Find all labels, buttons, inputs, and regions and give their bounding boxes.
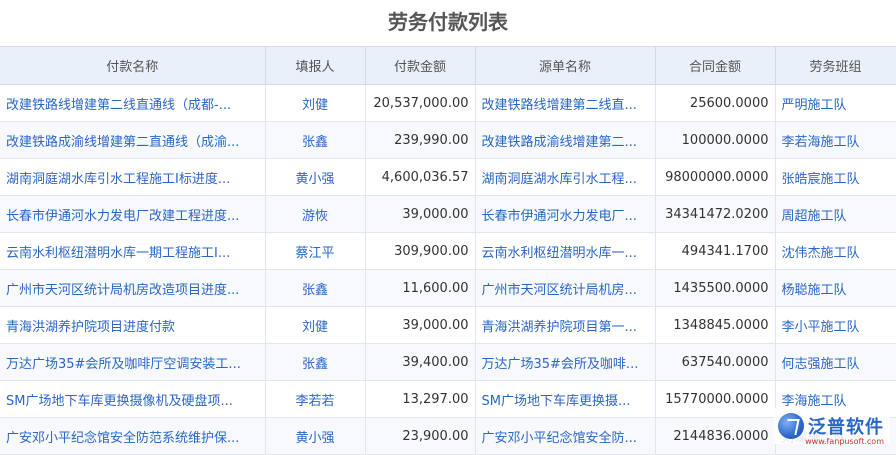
payment-name-link[interactable]: 湖南洞庭湖水库引水工程施工I标进度... (0, 158, 266, 196)
source-doc-link[interactable]: 云南水利枢纽潜明水库一... (474, 232, 656, 270)
table-row[interactable]: 长春市伊通河水力发电厂改建工程进度... 游恢 39,000.00 长春市伊通河水力发… (0, 195, 896, 233)
labor-team-link[interactable]: 杨聪施工队 (774, 269, 896, 307)
logo-url: www.fanpusoft.com (805, 437, 884, 446)
labor-team-link[interactable]: 何志强施工队 (774, 343, 896, 381)
source-doc-link[interactable]: 青海洪湖养护院项目第一... (474, 306, 656, 344)
page-title: 劳务付款列表 (388, 10, 508, 34)
reporter-cell: 刘健 (264, 84, 366, 122)
contract-amount-cell: 25600.0000 (654, 84, 776, 122)
column-header[interactable]: 付款名称 (0, 46, 266, 85)
source-doc-link[interactable]: 万达广场35#会所及咖啡... (474, 343, 656, 381)
payment-amount-cell: 239,990.00 (364, 121, 476, 159)
reporter-cell: 张鑫 (264, 343, 366, 381)
source-doc-link[interactable]: 改建铁路成渝线增建第二... (474, 121, 656, 159)
table-row[interactable]: SM广场地下车库更换摄像机及硬盘项... 李若若 13,297.00 SM广场地下车库… (0, 380, 896, 418)
column-header[interactable]: 填报人 (264, 46, 366, 85)
payment-name-link[interactable]: 云南水利枢纽潜明水库一期工程施工I... (0, 232, 266, 270)
payment-name-link[interactable]: 改建铁路成渝线增建第二直通线（成渝... (0, 121, 266, 159)
reporter-cell: 李若若 (264, 380, 366, 418)
labor-team-link[interactable]: 周超施工队 (774, 195, 896, 233)
table-row[interactable]: 湖南洞庭湖水库引水工程施工I标进度... 黄小强 4,600,036.57 湖南洞庭湖… (0, 158, 896, 196)
payment-table: 付款名称 填报人 付款金额 源单名称 合同金额 劳务班组 改建铁路线增建第二线直… (0, 46, 896, 455)
table-row[interactable]: 云南水利枢纽潜明水库一期工程施工I... 蔡江平 309,900.00 云南水利枢纽潜… (0, 232, 896, 270)
labor-team-link[interactable]: 张皓宸施工队 (774, 158, 896, 196)
payment-name-link[interactable]: 广安邓小平纪念馆安全防范系统维护保... (0, 417, 266, 455)
brand-logo: 泛普软件 www.fanpusoft.com (774, 408, 890, 446)
reporter-cell: 张鑫 (264, 269, 366, 307)
payment-name-link[interactable]: 青海洪湖养护院项目进度付款 (0, 306, 266, 344)
contract-amount-cell: 2144836.0000 (654, 417, 776, 455)
source-doc-link[interactable]: 改建铁路线增建第二线直... (474, 84, 656, 122)
reporter-cell: 蔡江平 (264, 232, 366, 270)
payment-amount-cell: 39,000.00 (364, 195, 476, 233)
table-header-row: 付款名称 填报人 付款金额 源单名称 合同金额 劳务班组 (0, 46, 896, 85)
column-header[interactable]: 付款金额 (364, 46, 476, 85)
payment-name-link[interactable]: 万达广场35#会所及咖啡厅空调安装工... (0, 343, 266, 381)
table-row[interactable]: 改建铁路线增建第二线直通线（成都-... 刘健 20,537,000.00 改建铁路线… (0, 84, 896, 122)
reporter-cell: 黄小强 (264, 158, 366, 196)
contract-amount-cell: 100000.0000 (654, 121, 776, 159)
contract-amount-cell: 1435500.0000 (654, 269, 776, 307)
table-row[interactable]: 广安邓小平纪念馆安全防范系统维护保... 黄小强 23,900.00 广安邓小平纪念馆… (0, 417, 896, 455)
payment-amount-cell: 39,000.00 (364, 306, 476, 344)
source-doc-link[interactable]: 湖南洞庭湖水库引水工程... (474, 158, 656, 196)
payment-name-link[interactable]: 改建铁路线增建第二线直通线（成都-... (0, 84, 266, 122)
contract-amount-cell: 34341472.0200 (654, 195, 776, 233)
payment-amount-cell: 309,900.00 (364, 232, 476, 270)
contract-amount-cell: 494341.1700 (654, 232, 776, 270)
labor-team-link[interactable]: 严明施工队 (774, 84, 896, 122)
source-doc-link[interactable]: SM广场地下车库更换摄... (474, 380, 656, 418)
labor-team-link[interactable]: 李若海施工队 (774, 121, 896, 159)
payment-name-link[interactable]: 广州市天河区统计局机房改造项目进度... (0, 269, 266, 307)
reporter-cell: 张鑫 (264, 121, 366, 159)
logo-text: 泛普软件 (808, 417, 884, 438)
contract-amount-cell: 15770000.0000 (654, 380, 776, 418)
column-header[interactable]: 劳务班组 (774, 46, 896, 85)
labor-team-link[interactable]: 沈伟杰施工队 (774, 232, 896, 270)
reporter-cell: 游恢 (264, 195, 366, 233)
payment-amount-cell: 13,297.00 (364, 380, 476, 418)
table-row[interactable]: 万达广场35#会所及咖啡厅空调安装工... 张鑫 39,400.00 万达广场35#会… (0, 343, 896, 381)
source-doc-link[interactable]: 广州市天河区统计局机房... (474, 269, 656, 307)
reporter-cell: 刘健 (264, 306, 366, 344)
contract-amount-cell: 1348845.0000 (654, 306, 776, 344)
table-row[interactable]: 广州市天河区统计局机房改造项目进度... 张鑫 11,600.00 广州市天河区统计局… (0, 269, 896, 307)
table-row[interactable]: 改建铁路成渝线增建第二直通线（成渝... 张鑫 239,990.00 改建铁路成渝线增… (0, 121, 896, 159)
logo-icon (778, 413, 804, 439)
contract-amount-cell: 637540.0000 (654, 343, 776, 381)
contract-amount-cell: 98000000.0000 (654, 158, 776, 196)
payment-amount-cell: 39,400.00 (364, 343, 476, 381)
column-header[interactable]: 源单名称 (474, 46, 656, 85)
reporter-cell: 黄小强 (264, 417, 366, 455)
payment-name-link[interactable]: SM广场地下车库更换摄像机及硬盘项... (0, 380, 266, 418)
source-doc-link[interactable]: 广安邓小平纪念馆安全防... (474, 417, 656, 455)
labor-team-link[interactable]: 李小平施工队 (774, 306, 896, 344)
column-header[interactable]: 合同金额 (654, 46, 776, 85)
payment-amount-cell: 4,600,036.57 (364, 158, 476, 196)
source-doc-link[interactable]: 长春市伊通河水力发电厂... (474, 195, 656, 233)
table-row[interactable]: 青海洪湖养护院项目进度付款 刘健 39,000.00 青海洪湖养护院项目第一... 13… (0, 306, 896, 344)
payment-amount-cell: 20,537,000.00 (364, 84, 476, 122)
payment-amount-cell: 23,900.00 (364, 417, 476, 455)
payment-name-link[interactable]: 长春市伊通河水力发电厂改建工程进度... (0, 195, 266, 233)
payment-amount-cell: 11,600.00 (364, 269, 476, 307)
